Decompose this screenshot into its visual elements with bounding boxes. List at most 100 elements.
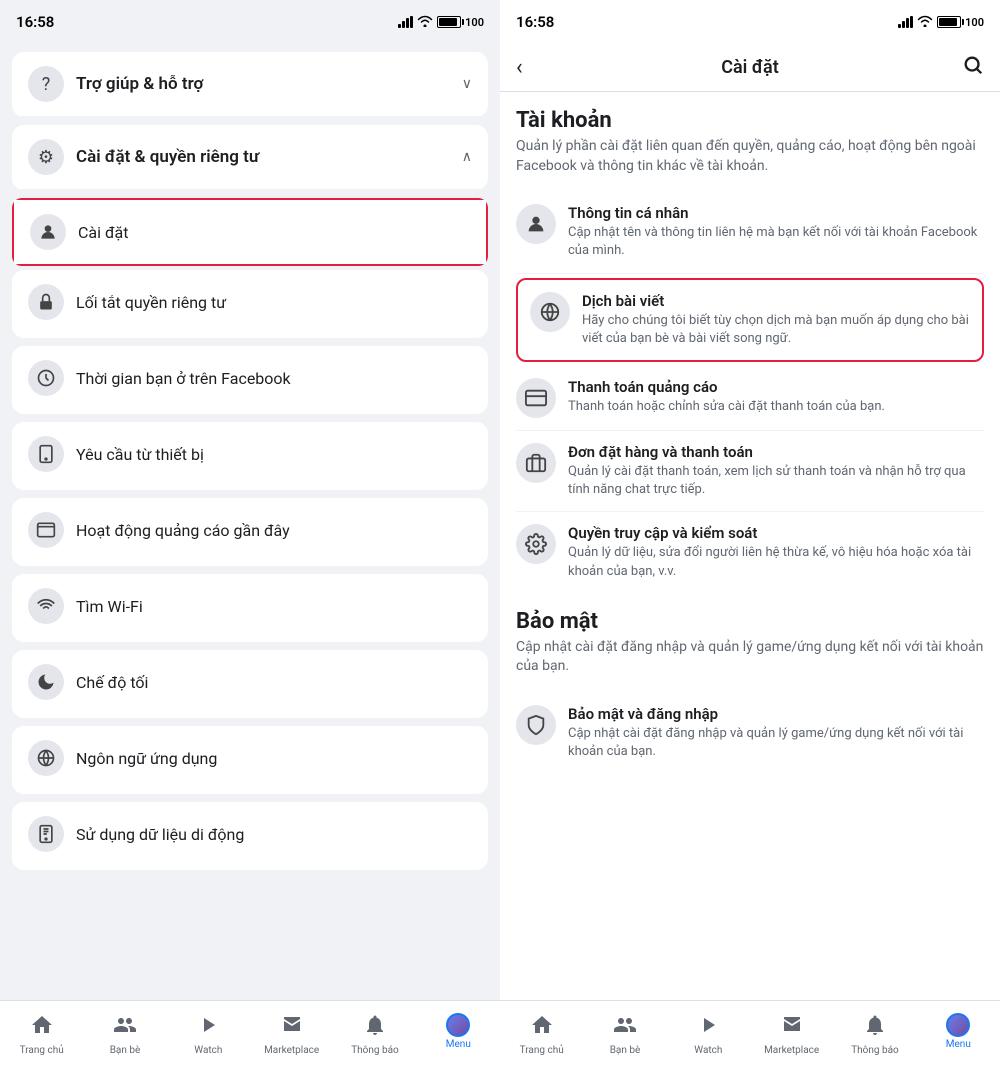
- settings-privacy-section: ⚙ Cài đặt & quyền riêng tư ∧: [12, 125, 488, 190]
- ad-icon: [28, 512, 64, 548]
- back-button[interactable]: ‹: [516, 55, 552, 80]
- bell-icon: [363, 1013, 387, 1043]
- security-login-item[interactable]: Bảo mật và đăng nhập Cập nhật cài đặt đă…: [516, 693, 984, 773]
- find-wifi-label: Tìm Wi-Fi: [76, 597, 472, 616]
- right-panel: 16:58 100 ‹ Cài đặt: [500, 0, 1000, 1082]
- shield-icon: [516, 705, 556, 745]
- translate-content: Dịch bài viết Hãy cho chúng tôi biết tùy…: [582, 292, 970, 348]
- left-menu-avatar: [446, 1013, 470, 1037]
- right-status-bar: 16:58 100: [500, 0, 1000, 44]
- ad-payment-item[interactable]: Thanh toán quảng cáo Thanh toán hoặc chỉ…: [516, 366, 984, 431]
- personal-info-icon: [516, 204, 556, 244]
- translate-icon: [530, 292, 570, 332]
- right-marketplace-icon: [780, 1013, 804, 1043]
- right-nav-watch[interactable]: Watch: [667, 1009, 750, 1060]
- app-language-label: Ngôn ngữ ứng dụng: [76, 749, 472, 768]
- access-control-content: Quyền truy cập và kiểm soát Quản lý dữ l…: [568, 524, 984, 580]
- time-on-facebook-item[interactable]: Thời gian bạn ở trên Facebook: [12, 346, 488, 414]
- right-home-icon: [530, 1013, 554, 1043]
- access-control-title: Quyền truy cập và kiểm soát: [568, 524, 984, 542]
- orders-payment-item[interactable]: Đơn đặt hàng và thanh toán Quản lý cài đ…: [516, 431, 984, 512]
- dark-mode-label: Chế độ tối: [76, 673, 472, 692]
- right-nav-notifications[interactable]: Thông báo: [833, 1009, 916, 1060]
- battery-label: 100: [465, 16, 484, 29]
- ad-payment-desc: Thanh toán hoặc chỉnh sửa cài đặt thanh …: [568, 398, 984, 416]
- right-watch-icon: [696, 1013, 720, 1043]
- left-scroll-area[interactable]: ? Trợ giúp & hỗ trợ ∨ ⚙ Cài đặt & quyền …: [0, 44, 500, 1000]
- ad-activity-item[interactable]: Hoạt động quảng cáo gần đây: [12, 498, 488, 566]
- mobile-data-icon: [28, 816, 64, 852]
- left-status-time: 16:58: [16, 13, 54, 31]
- help-label: Trợ giúp & hỗ trợ: [76, 74, 462, 94]
- left-nav-home[interactable]: Trang chủ: [0, 1009, 83, 1060]
- wifi-menu-icon: [28, 588, 64, 624]
- help-icon: ?: [28, 66, 64, 102]
- right-scroll-area[interactable]: Tài khoản Quản lý phần cài đặt liên quan…: [500, 92, 1000, 1000]
- right-nav-marketplace[interactable]: Marketplace: [750, 1009, 833, 1060]
- access-control-item[interactable]: Quyền truy cập và kiểm soát Quản lý dữ l…: [516, 512, 984, 592]
- right-wifi-icon: [917, 15, 933, 30]
- left-nav-watch[interactable]: Watch: [167, 1009, 250, 1060]
- left-nav-menu[interactable]: Menu: [417, 1009, 500, 1054]
- right-status-icons: 100: [898, 15, 984, 30]
- security-title: Bảo mật: [516, 609, 984, 634]
- clock-icon: [28, 360, 64, 396]
- cai-dat-item[interactable]: Cài đặt: [14, 200, 486, 264]
- left-bottom-nav: Trang chủ Bạn bè Watch Marketplace Thông…: [0, 1000, 500, 1082]
- ad-payment-title: Thanh toán quảng cáo: [568, 378, 984, 396]
- data-usage-item[interactable]: Sử dụng dữ liệu di động: [12, 802, 488, 870]
- security-desc: Cập nhật cài đặt đăng nhập và quản lý ga…: [516, 638, 984, 677]
- app-language-item[interactable]: Ngôn ngữ ứng dụng: [12, 726, 488, 794]
- right-signal-bars: [898, 16, 913, 28]
- personal-info-item[interactable]: Thông tin cá nhân Cập nhật tên và thông …: [516, 192, 984, 273]
- account-section: Tài khoản Quản lý phần cài đặt liên quan…: [516, 108, 984, 593]
- access-control-icon: [516, 524, 556, 564]
- translate-title: Dịch bài viết: [582, 292, 970, 310]
- marketplace-icon: [280, 1013, 304, 1043]
- settings-highlighted-item[interactable]: Cài đặt: [12, 198, 488, 266]
- left-status-icons: 100: [398, 15, 484, 30]
- left-nav-menu-label: Menu: [446, 1039, 471, 1050]
- dark-mode-item[interactable]: Chế độ tối: [12, 650, 488, 718]
- right-nav-notifications-label: Thông báo: [851, 1045, 899, 1056]
- personal-info-title: Thông tin cá nhân: [568, 204, 984, 222]
- orders-payment-content: Đơn đặt hàng và thanh toán Quản lý cài đ…: [568, 443, 984, 499]
- ad-payment-icon: [516, 378, 556, 418]
- left-nav-watch-label: Watch: [194, 1045, 222, 1056]
- account-desc: Quản lý phần cài đặt liên quan đến quyền…: [516, 137, 984, 176]
- translate-highlighted-wrapper[interactable]: Dịch bài viết Hãy cho chúng tôi biết tùy…: [516, 278, 984, 362]
- right-nav-marketplace-label: Marketplace: [764, 1045, 819, 1056]
- security-section: Bảo mật Cập nhật cài đặt đăng nhập và qu…: [516, 609, 984, 774]
- settings-privacy-header[interactable]: ⚙ Cài đặt & quyền riêng tư ∧: [12, 125, 488, 190]
- left-nav-friends-label: Bạn bè: [110, 1045, 141, 1056]
- account-title: Tài khoản: [516, 108, 984, 133]
- right-battery-icon: [937, 16, 961, 28]
- device-request-item[interactable]: Yêu cầu từ thiết bị: [12, 422, 488, 490]
- security-login-title: Bảo mật và đăng nhập: [568, 705, 984, 723]
- help-section-header[interactable]: ? Trợ giúp & hỗ trợ ∨: [12, 52, 488, 117]
- right-bottom-nav: Trang chủ Bạn bè Watch Marketplace Thông…: [500, 1000, 1000, 1082]
- help-section: ? Trợ giúp & hỗ trợ ∨: [12, 52, 488, 117]
- right-nav-menu[interactable]: Menu: [917, 1009, 1000, 1054]
- right-nav-home[interactable]: Trang chủ: [500, 1009, 583, 1060]
- security-login-desc: Cập nhật cài đặt đăng nhập và quản lý ga…: [568, 725, 984, 761]
- orders-payment-title: Đơn đặt hàng và thanh toán: [568, 443, 984, 461]
- find-wifi-item[interactable]: Tìm Wi-Fi: [12, 574, 488, 642]
- left-nav-marketplace[interactable]: Marketplace: [250, 1009, 333, 1060]
- left-nav-friends[interactable]: Bạn bè: [83, 1009, 166, 1060]
- left-nav-notifications-label: Thông báo: [351, 1045, 399, 1056]
- home-icon: [30, 1013, 54, 1043]
- search-button[interactable]: [948, 54, 984, 81]
- security-login-content: Bảo mật và đăng nhập Cập nhật cài đặt đă…: [568, 705, 984, 761]
- ad-payment-content: Thanh toán quảng cáo Thanh toán hoặc chỉ…: [568, 378, 984, 416]
- orders-icon: [516, 443, 556, 483]
- battery-icon: [437, 16, 461, 28]
- right-nav-friends-label: Bạn bè: [610, 1045, 641, 1056]
- settings-chevron-icon: ∧: [462, 149, 472, 165]
- left-nav-notifications[interactable]: Thông báo: [333, 1009, 416, 1060]
- privacy-shortcut-item[interactable]: Lối tắt quyền riêng tư: [12, 270, 488, 338]
- translate-item[interactable]: Dịch bài viết Hãy cho chúng tôi biết tùy…: [518, 280, 982, 360]
- data-usage-label: Sử dụng dữ liệu di động: [76, 825, 472, 844]
- right-nav-friends[interactable]: Bạn bè: [583, 1009, 666, 1060]
- signal-bars: [398, 16, 413, 28]
